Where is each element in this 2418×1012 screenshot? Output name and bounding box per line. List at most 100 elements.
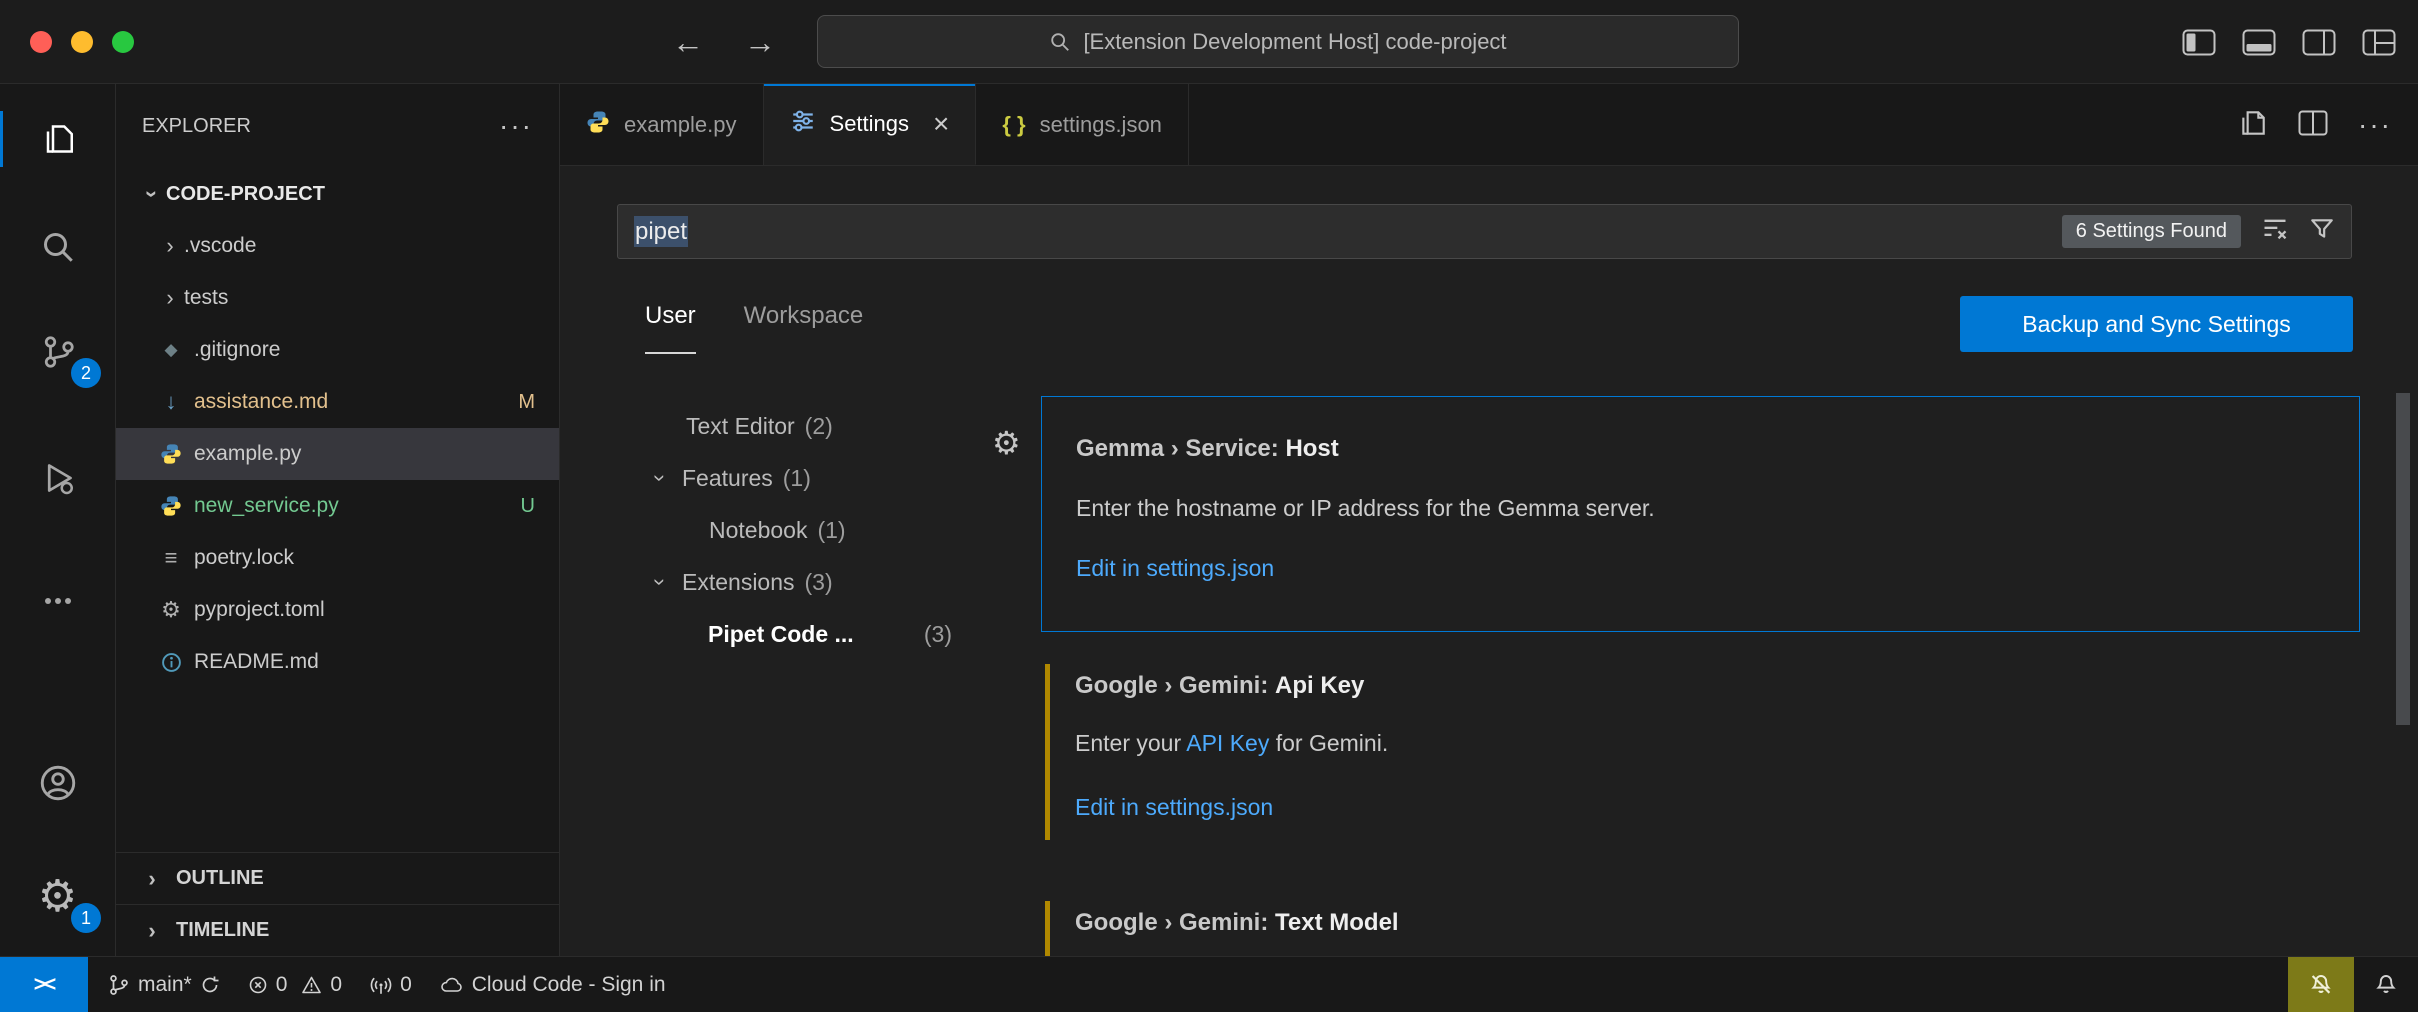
ports-item[interactable]: 0 [356, 957, 426, 1012]
notifications-item[interactable] [2354, 957, 2418, 1012]
manage-badge: 1 [71, 903, 101, 933]
edit-in-settings-json-link[interactable]: Edit in settings.json [1076, 555, 1274, 582]
close-tab-icon[interactable]: × [933, 110, 949, 138]
chevron-right-icon: › [138, 866, 166, 892]
bell-slash-icon [2309, 973, 2333, 997]
setting-actions-gear-icon[interactable]: ⚙ [992, 424, 1021, 462]
chevron-right-icon: › [156, 233, 184, 259]
info-file-icon [156, 652, 186, 673]
warning-icon [301, 975, 322, 995]
close-window-button[interactable] [30, 31, 52, 53]
tree-item-assistance-md[interactable]: ↓ assistance.md M [116, 376, 559, 428]
tab-example-py[interactable]: example.py [560, 84, 764, 165]
toc-item-extensions[interactable]: › Extensions (3) [648, 556, 833, 608]
remote-indicator[interactable]: >< [0, 957, 88, 1012]
chevron-down-icon: › [139, 180, 165, 208]
tree-item-readme-md[interactable]: README.md [116, 636, 559, 688]
more-actions-icon[interactable]: ··· [2358, 109, 2392, 141]
navigate-back-icon[interactable]: ← [672, 24, 704, 61]
tree-item-new-service-py[interactable]: new_service.py U [116, 480, 559, 532]
search-icon [1049, 31, 1071, 53]
settings-search-input[interactable]: pipet 6 Settings Found [617, 204, 2352, 259]
json-file-icon: { } [1002, 112, 1025, 138]
chevron-down-icon: › [647, 466, 673, 490]
accounts-icon[interactable] [0, 747, 115, 819]
tab-settings[interactable]: Settings × [764, 84, 977, 165]
explorer-sidebar: EXPLORER ··· › CODE-PROJECT › .vscode › … [116, 84, 560, 956]
editor-area: example.py Settings × { } settings.json [560, 84, 2418, 956]
tree-root-code-project[interactable]: › CODE-PROJECT [116, 168, 559, 220]
manage-gear-icon[interactable]: ⚙ 1 [0, 861, 115, 933]
minimize-window-button[interactable] [71, 31, 93, 53]
open-settings-json-icon[interactable] [2238, 108, 2268, 143]
api-key-link[interactable]: API Key [1186, 730, 1269, 756]
python-file-icon [156, 495, 186, 517]
vscode-window: ← → [Extension Development Host] code-pr… [0, 0, 2418, 1012]
traffic-lights [30, 31, 134, 53]
toggle-panel-icon[interactable] [2242, 29, 2276, 56]
status-bar: >< main* 0 0 0 Cloud Code - Sign in [0, 956, 2418, 1012]
filter-icon[interactable] [2309, 216, 2335, 247]
toc-item-features[interactable]: › Features (1) [648, 452, 811, 504]
tab-settings-json[interactable]: { } settings.json [976, 84, 1189, 165]
toc-item-notebook[interactable]: Notebook (1) [709, 504, 846, 556]
explorer-title: EXPLORER [142, 115, 251, 138]
customize-layout-icon[interactable] [2362, 29, 2396, 56]
cloud-icon [440, 975, 464, 995]
git-modified-badge: M [518, 391, 535, 414]
setting-entry-gemma-service-host[interactable]: Gemma › Service: Host Enter the hostname… [1041, 396, 2360, 632]
tree-item-example-py[interactable]: example.py [116, 428, 559, 480]
lock-file-icon: ≡ [156, 545, 186, 571]
branch-icon [108, 974, 130, 996]
toc-item-text-editor[interactable]: Text Editor (2) [686, 400, 833, 452]
maximize-window-button[interactable] [112, 31, 134, 53]
do-not-disturb-item[interactable] [2288, 957, 2354, 1012]
tree-item-vscode[interactable]: › .vscode [116, 220, 559, 272]
settings-editor: pipet 6 Settings Found User Workspace Ba… [560, 166, 2418, 956]
radio-tower-icon [370, 974, 392, 996]
explorer-more-actions-icon[interactable]: ··· [499, 110, 533, 142]
toc-item-pipet-code[interactable]: Pipet Code ... (3) [708, 608, 952, 660]
toggle-sidebar-right-icon[interactable] [2302, 29, 2336, 56]
sync-icon [200, 975, 220, 995]
source-control-view-icon[interactable]: 2 [0, 316, 115, 388]
setting-entry-gemini-api-key[interactable]: Google › Gemini: Api Key Enter your API … [1041, 662, 2360, 852]
tree-item-pyproject-toml[interactable]: ⚙ pyproject.toml [116, 584, 559, 636]
chevron-right-icon: › [156, 285, 184, 311]
tree-item-gitignore[interactable]: ◆ .gitignore [116, 324, 559, 376]
tree-item-tests[interactable]: › tests [116, 272, 559, 324]
source-control-badge: 2 [71, 358, 101, 388]
git-file-icon: ◆ [156, 340, 186, 360]
tree-item-poetry-lock[interactable]: ≡ poetry.lock [116, 532, 559, 584]
settings-sliders-icon [790, 108, 816, 140]
command-center[interactable]: [Extension Development Host] code-projec… [817, 15, 1739, 68]
scope-tab-workspace[interactable]: Workspace [744, 294, 864, 354]
settings-scrollbar[interactable] [2396, 393, 2410, 725]
search-view-icon[interactable] [0, 211, 115, 283]
chevron-down-icon: › [647, 570, 673, 594]
bell-icon [2374, 973, 2398, 997]
settings-scope-tabs: User Workspace [645, 294, 863, 354]
setting-entry-gemini-text-model[interactable]: Google › Gemini: Text Model [1041, 899, 2360, 956]
navigate-forward-icon[interactable]: → [744, 24, 776, 61]
problems-item[interactable]: 0 0 [234, 957, 356, 1012]
git-branch-item[interactable]: main* [94, 957, 234, 1012]
outline-section-header[interactable]: › OUTLINE [116, 852, 559, 904]
timeline-section-header[interactable]: › TIMELINE [116, 904, 559, 956]
git-untracked-badge: U [521, 495, 535, 518]
file-tree: › CODE-PROJECT › .vscode › tests ◆ .giti… [116, 168, 559, 688]
modified-indicator [1045, 664, 1050, 840]
cloud-code-item[interactable]: Cloud Code - Sign in [426, 957, 680, 1012]
backup-and-sync-settings-button[interactable]: Backup and Sync Settings [1960, 296, 2353, 352]
split-editor-icon[interactable] [2298, 110, 2328, 141]
scope-tab-user[interactable]: User [645, 294, 696, 354]
run-and-debug-view-icon[interactable] [0, 442, 115, 514]
toggle-sidebar-left-icon[interactable] [2182, 29, 2216, 56]
explorer-view-icon[interactable] [0, 103, 115, 175]
more-views-icon[interactable] [0, 565, 115, 637]
search-value: pipet [634, 216, 688, 247]
clear-filters-icon[interactable] [2261, 215, 2289, 248]
editor-tab-bar: example.py Settings × { } settings.json [560, 84, 2418, 166]
markdown-file-icon: ↓ [156, 389, 186, 415]
edit-in-settings-json-link[interactable]: Edit in settings.json [1075, 794, 1273, 821]
